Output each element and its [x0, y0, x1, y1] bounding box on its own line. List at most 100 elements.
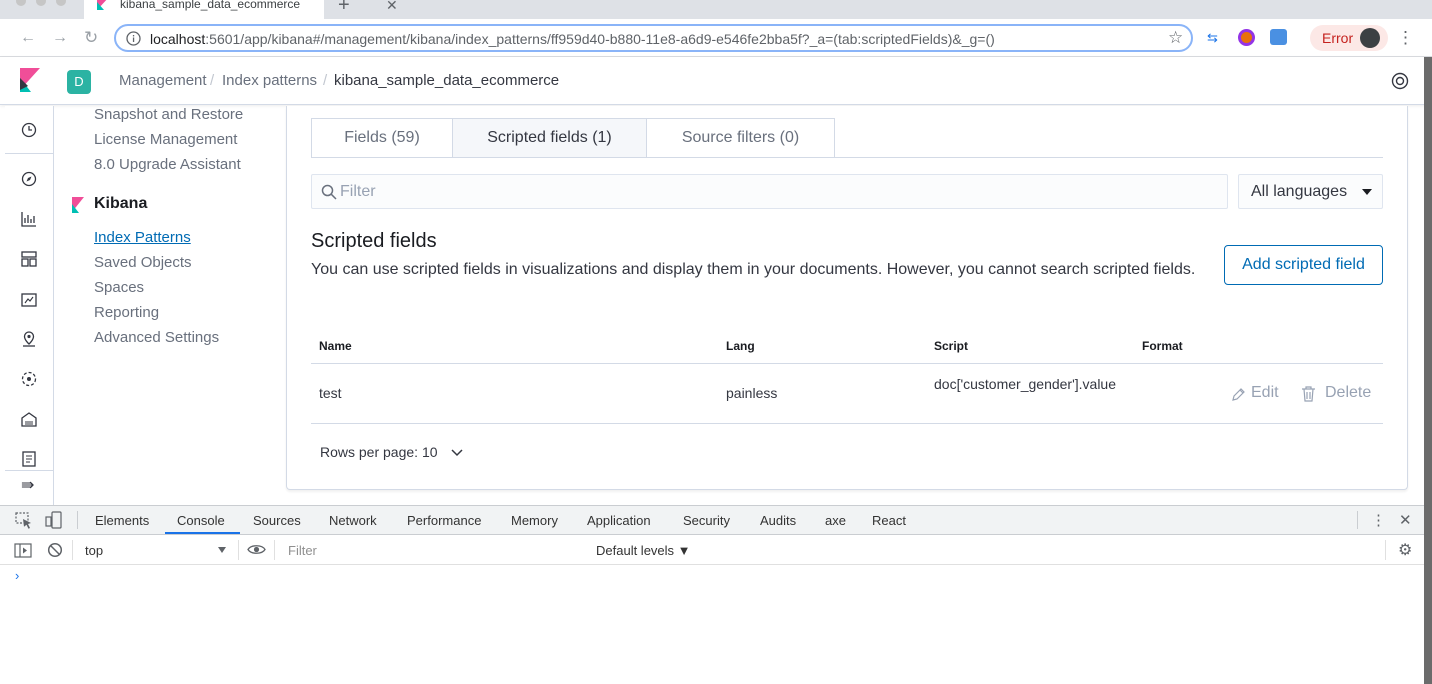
compass-icon[interactable] — [20, 170, 38, 188]
url-text: localhost:5601/app/kibana#/management/ki… — [150, 31, 995, 47]
expand-nav-icon[interactable]: ⇛ — [21, 475, 34, 495]
address-bar[interactable]: localhost:5601/app/kibana#/management/ki… — [114, 24, 1193, 52]
sidebar-item-snapshot-restore[interactable]: Snapshot and Restore — [94, 106, 243, 123]
tab-source-filters[interactable]: Source filters (0) — [646, 118, 835, 158]
language-select[interactable]: All languages — [1238, 174, 1383, 209]
forward-arrow-icon[interactable]: → — [52, 29, 68, 47]
chevron-down-icon — [451, 449, 463, 457]
caret-down-icon — [1362, 189, 1372, 195]
tabs-divider — [311, 157, 1383, 158]
sidebar-item-index-patterns[interactable]: Index Patterns — [94, 229, 191, 246]
devtools-tab-memory[interactable]: Memory — [511, 513, 558, 528]
rail-divider — [5, 470, 54, 471]
column-header-lang[interactable]: Lang — [726, 339, 755, 353]
close-icon[interactable]: ✕ — [386, 0, 398, 14]
back-arrow-icon[interactable]: ← — [20, 29, 36, 47]
console-prompt[interactable]: › — [15, 568, 19, 583]
add-scripted-field-button[interactable]: Add scripted field — [1224, 245, 1383, 285]
delete-label: Delete — [1325, 384, 1372, 401]
help-icon[interactable] — [1391, 72, 1409, 90]
breadcrumb-current: kibana_sample_data_ecommerce — [334, 72, 560, 89]
device-toolbar-icon[interactable] — [45, 511, 63, 529]
error-label: Error — [1322, 30, 1354, 46]
browser-tab[interactable]: kibana_sample_data_ecommerce ✕ — [84, 0, 398, 19]
devtools-tab-react[interactable]: React — [872, 513, 906, 528]
search-icon — [321, 184, 337, 200]
extension-translate-icon[interactable] — [1270, 29, 1287, 45]
devtools-tab-security[interactable]: Security — [683, 513, 730, 528]
extension-color-icon[interactable] — [1238, 29, 1255, 46]
gear-icon[interactable]: ⚙ — [1398, 540, 1412, 560]
bookmark-star-icon[interactable]: ☆ — [1168, 28, 1183, 48]
sidebar-section-kibana: Kibana — [94, 195, 148, 212]
extension-arrows-icon[interactable]: ⇆ — [1207, 30, 1218, 46]
space-avatar[interactable]: D — [67, 70, 91, 94]
devtools-tab-application[interactable]: Application — [587, 513, 651, 528]
sidebar-item-upgrade-assistant[interactable]: 8.0 Upgrade Assistant — [94, 156, 241, 173]
table-row-divider — [311, 423, 1383, 424]
new-tab-button[interactable]: + — [338, 0, 350, 17]
profile-error-button[interactable]: Error — [1310, 25, 1388, 51]
section-description: You can use scripted fields in visualiza… — [311, 261, 1196, 278]
index-pattern-panel — [286, 106, 1408, 490]
devtools-menu-icon[interactable]: ⋮ — [1371, 511, 1386, 529]
devtools-tab-sources[interactable]: Sources — [253, 513, 301, 528]
kibana-logo-icon[interactable] — [20, 68, 40, 92]
cell-name: test — [319, 385, 342, 401]
cell-lang: painless — [726, 385, 778, 401]
tab-fields[interactable]: Fields (59) — [311, 118, 453, 158]
sidebar-toggle-icon[interactable] — [14, 543, 32, 558]
clear-console-icon[interactable] — [47, 542, 63, 558]
trash-icon — [1302, 386, 1315, 402]
map-pin-icon[interactable] — [20, 330, 38, 348]
dashboard-icon[interactable] — [20, 250, 38, 268]
active-tab-indicator — [165, 532, 240, 534]
devtools-divider — [72, 540, 73, 560]
kibana-favicon-icon — [97, 0, 107, 10]
browser-menu-icon[interactable]: ⋮ — [1397, 28, 1414, 48]
column-header-format[interactable]: Format — [1142, 339, 1183, 353]
ml-icon[interactable] — [20, 370, 38, 388]
table-row — [311, 364, 1383, 423]
clock-icon[interactable] — [20, 121, 38, 139]
devtools-tab-console[interactable]: Console — [177, 513, 225, 528]
breadcrumb-separator: / — [323, 72, 328, 89]
devtools-tab-axe[interactable]: axe — [825, 513, 846, 528]
info-icon[interactable] — [126, 31, 141, 46]
sidebar-item-license-management[interactable]: License Management — [94, 131, 237, 148]
devtools-tab-audits[interactable]: Audits — [760, 513, 796, 528]
tab-scripted-fields[interactable]: Scripted fields (1) — [452, 118, 647, 158]
column-header-script[interactable]: Script — [934, 339, 968, 353]
devtools-tab-network[interactable]: Network — [329, 513, 377, 528]
context-select[interactable]: top — [78, 539, 233, 561]
devtools-divider — [1357, 511, 1358, 529]
breadcrumb-management[interactable]: Management — [119, 72, 207, 89]
search-input[interactable] — [340, 175, 1220, 208]
infrastructure-icon[interactable] — [20, 410, 38, 428]
column-header-name[interactable]: Name — [319, 339, 352, 353]
console-filter-input[interactable] — [280, 540, 585, 560]
logs-icon[interactable] — [20, 450, 38, 468]
language-select-value: All languages — [1251, 183, 1348, 200]
rows-per-page-label: Rows per page: 10 — [320, 444, 438, 460]
sidebar-item-saved-objects[interactable]: Saved Objects — [94, 254, 192, 271]
devtools-tab-performance[interactable]: Performance — [407, 513, 481, 528]
devtools-tab-elements[interactable]: Elements — [95, 513, 149, 528]
canvas-icon[interactable] — [20, 290, 38, 308]
sidebar-item-advanced-settings[interactable]: Advanced Settings — [94, 329, 219, 346]
filter-field[interactable] — [311, 174, 1228, 209]
log-levels-select[interactable]: Default levels ▼ — [596, 543, 691, 558]
context-select-value: top — [85, 543, 104, 558]
breadcrumb-index-patterns[interactable]: Index patterns — [222, 72, 317, 89]
edit-label: Edit — [1251, 384, 1279, 401]
inspect-element-icon[interactable] — [15, 512, 33, 529]
sidebar-item-spaces[interactable]: Spaces — [94, 279, 144, 296]
rows-per-page-button[interactable]: Rows per page: 10 — [320, 444, 463, 460]
pencil-icon — [1232, 388, 1245, 401]
close-devtools-icon[interactable]: ✕ — [1399, 511, 1412, 529]
reload-icon[interactable]: ↻ — [84, 28, 98, 48]
sidebar-item-reporting[interactable]: Reporting — [94, 304, 159, 321]
cell-script: doc['customer_gender'].value — [934, 376, 1117, 392]
eye-icon[interactable] — [247, 543, 266, 556]
visualize-icon[interactable] — [20, 210, 38, 228]
